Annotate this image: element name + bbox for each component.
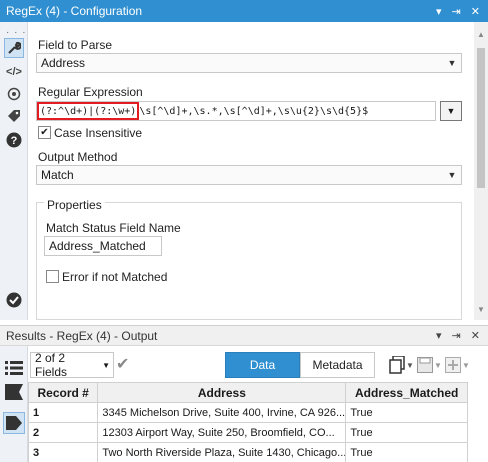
dropdown-icon[interactable]: ▾ <box>436 5 442 18</box>
case-insensitive-checkbox[interactable]: ✔ <box>38 126 51 139</box>
config-titlebar: RegEx (4) - Configuration ▾ ⇥ ✕ <box>0 0 488 22</box>
chevron-down-icon: ▼ <box>447 170 457 180</box>
table-row[interactable]: 3 Two North Riverside Plaza, Suite 1430,… <box>27 442 468 462</box>
table-row[interactable]: 1 3345 Michelson Drive, Suite 400, Irvin… <box>27 402 468 423</box>
match-status-label: Match Status Field Name <box>46 221 181 235</box>
field-to-parse-label: Field to Parse <box>38 38 113 52</box>
match-status-value: Address_Matched <box>49 239 146 253</box>
chevron-down-icon: ▼ <box>406 360 414 370</box>
save-icon[interactable]: ▼ <box>417 356 442 374</box>
column-header-record[interactable]: Record # <box>27 382 99 403</box>
check-circle-icon[interactable] <box>4 290 24 310</box>
chevron-down-icon: ▼ <box>462 360 470 370</box>
record-cell: 3 <box>27 442 99 462</box>
address-cell: 12303 Airport Way, Suite 250, Broomfield… <box>97 422 347 443</box>
fields-selector-value: 2 of 2 Fields <box>35 351 68 379</box>
record-cell: 1 <box>27 402 99 423</box>
output-method-label: Output Method <box>38 150 118 164</box>
pin-icon[interactable]: ⇥ <box>452 5 461 18</box>
address-cell: 3345 Michelson Drive, Suite 400, Irvine,… <box>97 402 347 423</box>
column-header-address[interactable]: Address <box>97 382 347 403</box>
output-tool-strip <box>0 346 28 462</box>
case-insensitive-label: Case Insensitive <box>54 126 143 140</box>
table-row[interactable]: 2 12303 Airport Way, Suite 250, Broomfie… <box>27 422 468 443</box>
output-method-select[interactable]: Match ▼ <box>36 165 462 185</box>
scroll-up-icon[interactable]: ▲ <box>477 30 485 39</box>
matched-cell: True <box>345 402 468 423</box>
regex-input[interactable]: (?:^\d+)|(?:\w+) \s[^\d]+,\s.*,\s[^\d]+,… <box>36 101 436 121</box>
config-panel: Field to Parse Address ▼ Regular Express… <box>28 22 474 320</box>
results-table: Record # Address Address_Matched 1 3345 … <box>27 382 468 462</box>
chevron-down-icon: ▼ <box>446 106 456 116</box>
scroll-down-icon[interactable]: ▼ <box>477 305 485 314</box>
matched-cell: True <box>345 442 468 462</box>
address-cell: Two North Riverside Plaza, Suite 1430, C… <box>97 442 347 462</box>
results-scroll-area <box>468 382 488 462</box>
record-cell: 2 <box>27 422 99 443</box>
dropdown-icon[interactable]: ▾ <box>436 329 442 342</box>
tab-metadata[interactable]: Metadata <box>300 352 375 378</box>
chevron-down-icon: ▼ <box>102 360 111 370</box>
properties-label: Properties <box>44 198 105 212</box>
output-toolbar: 2 of 2 Fields ▼ ✔ Data Metadata ▼ ▼ ▼ <box>28 346 488 382</box>
add-tool-icon[interactable]: ▼ <box>445 356 470 374</box>
regex-highlight: (?:^\d+)|(?:\w+) <box>37 102 140 120</box>
close-icon[interactable]: ✕ <box>471 5 480 18</box>
regex-tokens-button[interactable]: ▼ <box>440 101 462 121</box>
output-titlebar: Results - RegEx (4) - Output ▾ ⇥ ✕ <box>0 325 488 346</box>
wrench-icon[interactable] <box>4 38 24 58</box>
code-icon[interactable]: </> <box>4 62 24 82</box>
column-header-address-matched[interactable]: Address_Matched <box>345 382 468 403</box>
field-to-parse-select[interactable]: Address ▼ <box>36 53 462 73</box>
config-title: RegEx (4) - Configuration <box>6 4 143 18</box>
regex-rest: \s[^\d]+,\s.*,\s[^\d]+,\s\u{2}\s\d{5}$ <box>139 105 369 117</box>
table-header-row: Record # Address Address_Matched <box>27 382 468 403</box>
error-if-not-matched-label: Error if not Matched <box>62 270 168 284</box>
scroll-thumb[interactable] <box>477 48 485 188</box>
chevron-down-icon: ▼ <box>447 58 457 68</box>
field-to-parse-value: Address <box>41 56 86 70</box>
pin-icon[interactable]: ⇥ <box>452 329 461 342</box>
copy-icon[interactable]: ▼ <box>389 356 414 374</box>
error-if-not-matched-checkbox[interactable] <box>46 270 59 283</box>
target-icon[interactable] <box>4 84 24 104</box>
output-method-value: Match <box>41 168 74 182</box>
help-icon[interactable]: ? <box>4 130 24 150</box>
output-title: Results - RegEx (4) - Output <box>6 328 158 343</box>
regex-label: Regular Expression <box>38 85 143 99</box>
close-icon[interactable]: ✕ <box>471 329 480 342</box>
tag-arrow-icon[interactable] <box>3 412 25 434</box>
fields-selector[interactable]: 2 of 2 Fields ▼ <box>30 351 114 379</box>
list-icon[interactable] <box>5 360 23 379</box>
chevron-down-icon: ▼ <box>434 360 442 370</box>
tab-data[interactable]: Data <box>225 352 300 378</box>
drag-handle-icon[interactable]: · · · <box>6 27 27 38</box>
config-tool-strip: · · · </> ? <box>0 22 28 320</box>
svg-text:?: ? <box>11 135 18 147</box>
properties-group <box>36 202 462 320</box>
config-scrollbar[interactable]: ▲ ▼ <box>474 22 488 320</box>
flag-icon[interactable] <box>5 384 23 403</box>
tag-icon[interactable] <box>4 106 24 126</box>
matched-cell: True <box>345 422 468 443</box>
match-status-input[interactable]: Address_Matched <box>44 236 162 256</box>
check-icon[interactable]: ✔ <box>116 357 132 373</box>
